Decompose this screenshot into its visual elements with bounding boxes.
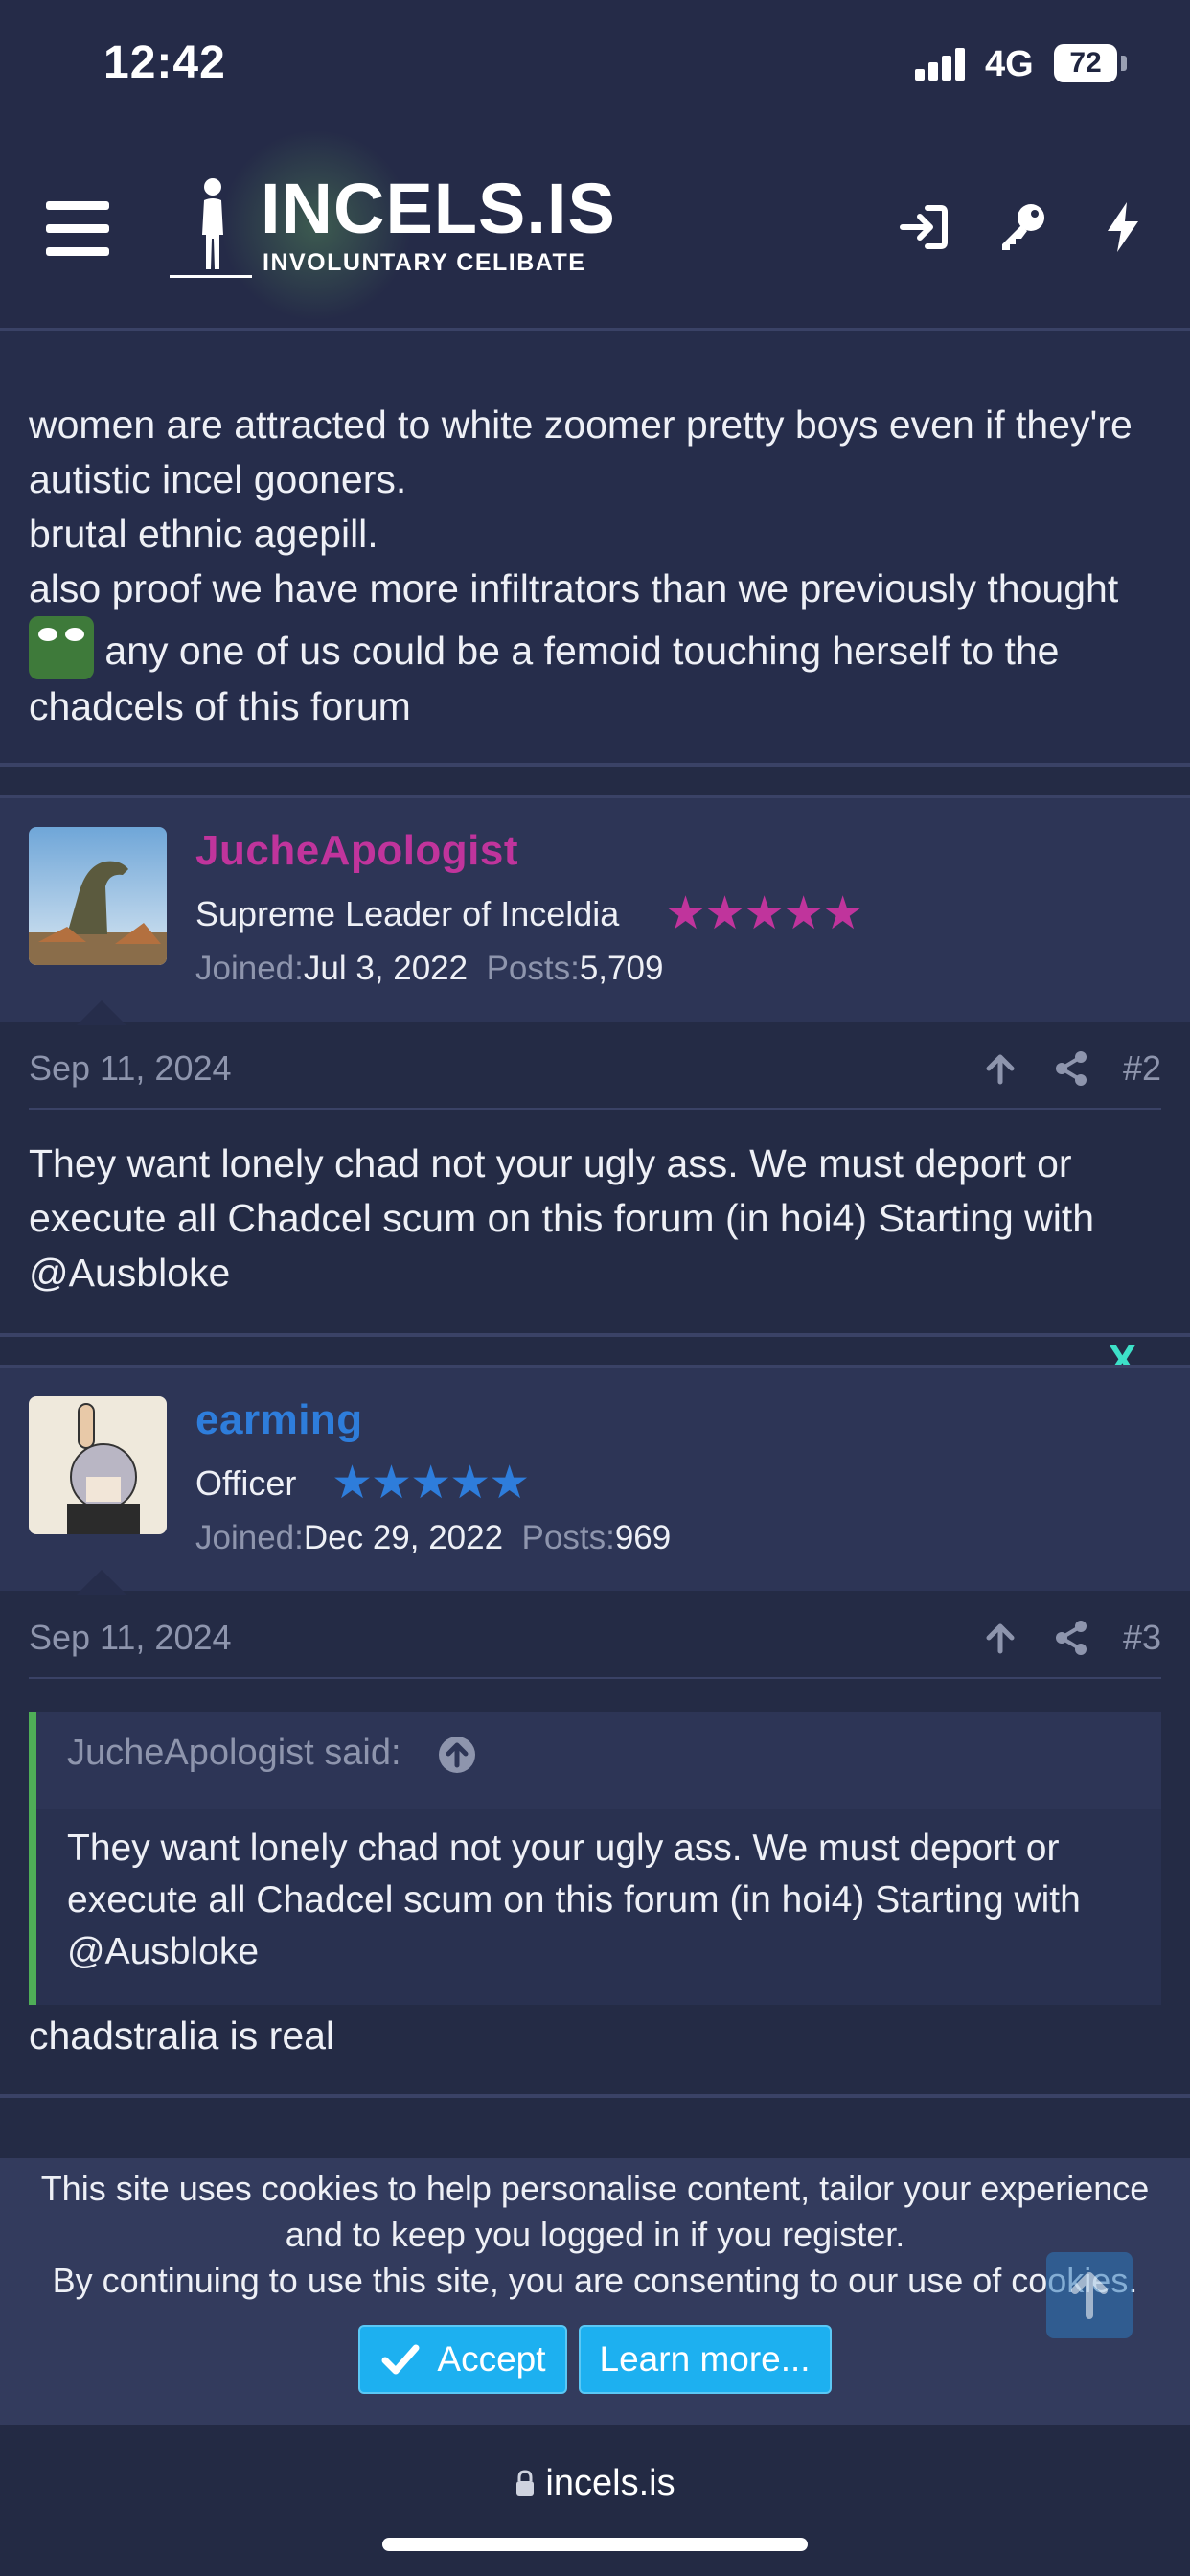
cookie-buttons: Accept Learn more... [0, 2325, 1190, 2394]
post: earming Officer ★★★★★ Joined:Dec 29, 202… [0, 1365, 1190, 2098]
signal-icon [915, 48, 965, 80]
arrow-up-icon [1071, 2272, 1108, 2319]
learn-more-button[interactable]: Learn more... [578, 2325, 832, 2394]
joined-date: Dec 29, 2022 [303, 1519, 504, 1556]
avatar[interactable] [29, 1396, 167, 1534]
user-meta: Joined:Jul 3, 2022 Posts:5,709 [195, 950, 663, 988]
quote-block: JucheApologist said: They want lonely ch… [29, 1712, 1161, 2005]
pepe-emoji-icon [29, 616, 94, 679]
logo-title[interactable]: INCELS.IS [261, 168, 616, 249]
user-card: earming Officer ★★★★★ Joined:Dec 29, 202… [0, 1365, 1190, 1595]
post-divider [0, 2094, 1190, 2098]
previous-post-line: any one of us could be a femoid touching… [29, 629, 1060, 728]
previous-post-line: women are attracted to white zoomer pret… [29, 402, 1133, 501]
logo-subtitle: INVOLUNTARY CELIBATE [263, 249, 586, 276]
quote-author[interactable]: JucheApologist said: [67, 1733, 401, 1774]
post-date[interactable]: Sep 11, 2024 [29, 1618, 232, 1658]
scroll-top-button[interactable] [1046, 2252, 1133, 2338]
post-body: chadstralia is real [29, 2013, 335, 2058]
rank-stars-icon: ★★★★★ [665, 888, 863, 939]
post-body: They want lonely chad not your ugly ass.… [29, 1141, 1095, 1295]
learn-more-label: Learn more... [599, 2339, 811, 2379]
browser-url-bar: incels.is [0, 2425, 1190, 2576]
cookie-notice: This site uses cookies to help personali… [0, 2158, 1190, 2425]
cookie-text: This site uses cookies to help personali… [10, 2166, 1180, 2304]
post-date[interactable]: Sep 11, 2024 [29, 1048, 232, 1089]
site-header: INCELS.IS INVOLUNTARY CELIBATE [0, 129, 1190, 331]
previous-post: women are attracted to white zoomer pret… [0, 331, 1190, 767]
previous-post-line: also proof we have more infiltrators tha… [29, 566, 1119, 610]
username-link[interactable]: JucheApologist [195, 827, 518, 875]
post-header: Sep 11, 2024 #3 [29, 1591, 1161, 1679]
url-text: incels.is [545, 2463, 675, 2503]
posts-label: Posts: [486, 950, 580, 987]
post-actions: #3 [981, 1614, 1161, 1662]
share-icon[interactable] [1052, 1049, 1090, 1088]
quote-body: They want lonely chad not your ugly ass.… [36, 1809, 1161, 2005]
menu-icon[interactable] [46, 201, 109, 257]
user-meta: Joined:Dec 29, 2022 Posts:969 [195, 1519, 671, 1557]
rank-stars-icon: ★★★★★ [332, 1458, 530, 1508]
home-indicator[interactable] [382, 2538, 808, 2551]
status-bar: 12:42 4G 72 [0, 0, 1190, 129]
user-title: Officer [195, 1463, 297, 1503]
checkmark-icon [381, 2344, 420, 2375]
logo-figure-icon[interactable] [168, 175, 254, 283]
user-card: JucheApologist Supreme Leader of Inceldi… [0, 795, 1190, 1025]
status-time: 12:42 [103, 37, 226, 88]
accept-button[interactable]: Accept [358, 2325, 567, 2394]
battery-tip [1121, 56, 1127, 71]
username-link[interactable]: earming [195, 1396, 363, 1444]
cookie-text-line: This site uses cookies to help personali… [40, 2169, 1150, 2254]
posts-label: Posts: [521, 1519, 615, 1556]
upvote-arrow-icon[interactable] [981, 1049, 1019, 1088]
accept-label: Accept [437, 2339, 546, 2379]
joined-date: Jul 3, 2022 [303, 950, 469, 987]
user-title: Supreme Leader of Inceldia [195, 894, 620, 933]
battery-icon: 72 [1054, 44, 1117, 82]
post-number-link[interactable]: #3 [1123, 1618, 1161, 1658]
lightning-icon[interactable] [1094, 198, 1152, 256]
previous-post-line: brutal ethnic agepill. [29, 512, 378, 556]
network-label: 4G [985, 44, 1034, 84]
avatar[interactable] [29, 827, 167, 965]
lock-icon [516, 2470, 535, 2496]
post-actions: #2 [981, 1045, 1161, 1092]
share-icon[interactable] [1052, 1619, 1090, 1657]
post-header: Sep 11, 2024 #2 [29, 1022, 1161, 1110]
key-icon[interactable] [993, 198, 1050, 256]
upvote-arrow-icon[interactable] [981, 1619, 1019, 1657]
posts-count: 5,709 [579, 950, 664, 987]
cookie-text-line: By continuing to use this site, you are … [52, 2261, 1138, 2300]
url-field[interactable]: incels.is [0, 2463, 1190, 2504]
login-icon[interactable] [895, 198, 952, 256]
quote-jump-icon[interactable] [437, 1735, 477, 1775]
joined-label: Joined: [195, 950, 304, 987]
joined-label: Joined: [195, 1519, 304, 1556]
posts-count: 969 [614, 1519, 672, 1556]
post: JucheApologist Supreme Leader of Inceldi… [0, 795, 1190, 1337]
post-divider [0, 1333, 1190, 1337]
previous-post-body: women are attracted to white zoomer pret… [29, 398, 1169, 734]
post-number-link[interactable]: #2 [1123, 1048, 1161, 1089]
